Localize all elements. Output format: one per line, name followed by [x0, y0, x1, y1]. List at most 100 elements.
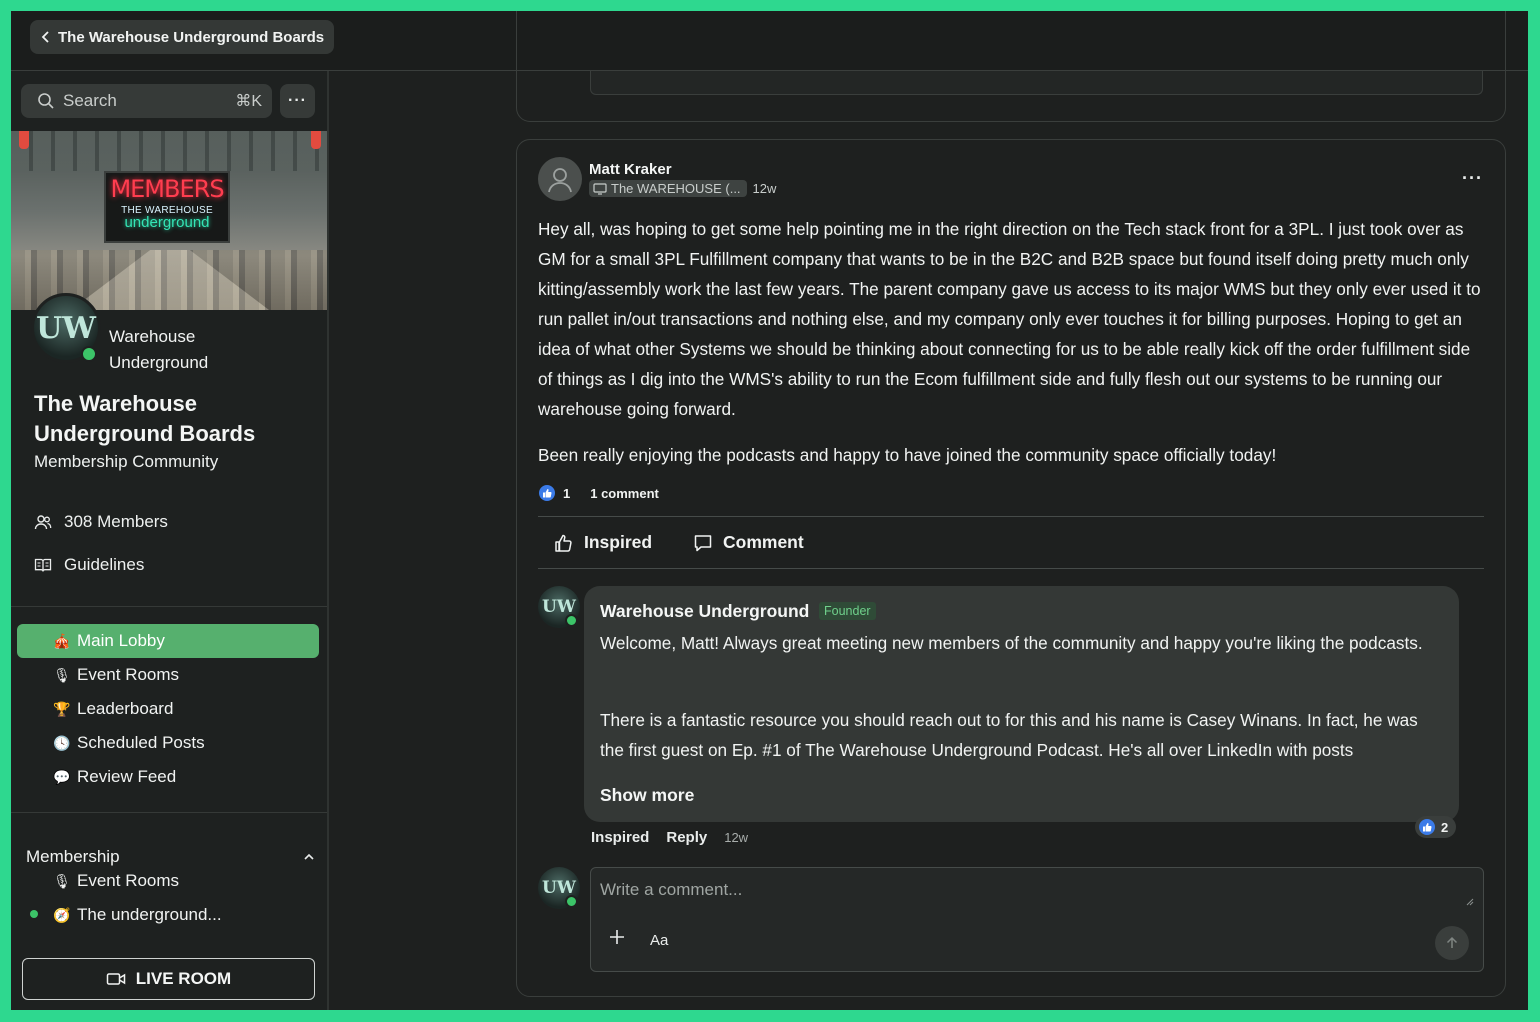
community-name-line1: Warehouse — [109, 327, 196, 346]
post-card: Matt Kraker The WAREHOUSE (... 12w ··· H… — [516, 139, 1506, 997]
online-status-dot — [565, 614, 578, 627]
search-icon — [38, 93, 54, 109]
sidebar-item-scheduled-posts[interactable]: 🕓 Scheduled Posts — [17, 726, 319, 760]
sidebar-item-leaderboard[interactable]: 🏆 Leaderboard — [17, 692, 319, 726]
trophy-icon: 🏆 — [53, 700, 71, 717]
board-title: The Warehouse Underground Boards — [34, 389, 255, 449]
thumbs-up-icon — [555, 534, 572, 552]
comment-reactions[interactable]: 2 — [1415, 816, 1457, 838]
board-subtitle: Membership Community — [34, 452, 219, 471]
sign-members-text: MEMBERS — [110, 175, 224, 203]
comment-actions: Inspired Reply 12w — [591, 829, 748, 846]
comment-bubble: Warehouse Underground Founder Welcome, M… — [584, 586, 1459, 822]
post-body-paragraph: Been really enjoying the podcasts and ha… — [538, 445, 1277, 465]
sidebar-item-membership-event-rooms[interactable]: 🎙 Event Rooms — [17, 864, 319, 898]
search-input[interactable]: Search ⌘K — [21, 84, 272, 118]
post-options-button[interactable]: ··· — [1462, 168, 1483, 189]
chevron-up-icon[interactable] — [302, 850, 316, 864]
thumbs-up-badge-icon — [539, 485, 555, 501]
inspired-label: Inspired — [584, 532, 653, 552]
previous-post-card — [516, 11, 1506, 122]
search-placeholder: Search — [63, 91, 117, 110]
user-placeholder-icon — [548, 168, 572, 193]
post-divider — [538, 568, 1484, 569]
sidebar-item-review-feed[interactable]: 💬 Review Feed — [17, 760, 319, 794]
live-room-button[interactable]: LIVE ROOM — [22, 958, 315, 1000]
guidelines-link[interactable]: Guidelines — [34, 555, 144, 575]
sidebar-divider — [11, 606, 327, 607]
members-label: 308 Members — [64, 512, 168, 531]
chevron-left-icon — [41, 31, 49, 43]
board-title-line1: The Warehouse — [34, 391, 197, 416]
space-chip-label: The WAREHOUSE (... — [611, 181, 741, 196]
comment-composer[interactable]: Write a comment... Aa — [590, 867, 1484, 972]
members-icon — [34, 515, 52, 530]
microphone-icon: 🎙 — [53, 666, 71, 683]
comment-time: 12w — [724, 830, 749, 845]
show-more-button[interactable]: Show more — [600, 785, 694, 806]
speech-bubble-icon: 💬 — [53, 768, 71, 785]
text-format-button[interactable]: Aa — [650, 932, 668, 949]
microphone-icon: 🎙 — [53, 872, 71, 889]
sidebar-item-label: Event Rooms — [77, 871, 180, 890]
comment-reply-button[interactable]: Reply — [666, 829, 707, 846]
comment-author[interactable]: Warehouse Underground — [600, 601, 809, 622]
space-chip[interactable]: The WAREHOUSE (... — [589, 180, 747, 197]
app-window: The Warehouse Underground Boards Search … — [11, 11, 1528, 1010]
book-icon — [34, 558, 52, 572]
sidebar-item-event-rooms[interactable]: 🎙 Event Rooms — [17, 658, 319, 692]
sidebar-divider — [11, 812, 327, 813]
sidebar-item-label: Main Lobby — [77, 631, 165, 650]
post-time: 12w — [752, 181, 777, 196]
circus-tent-icon: 🎪 — [53, 632, 71, 649]
sidebar-item-label: Leaderboard — [77, 699, 174, 718]
comment-label: Comment — [723, 532, 804, 552]
author-avatar[interactable] — [538, 157, 582, 201]
plus-icon[interactable] — [608, 928, 626, 946]
community-name-line2: Underground — [109, 353, 209, 372]
sidebar-item-label: Event Rooms — [77, 665, 180, 684]
sign-underground-text: underground — [124, 214, 210, 231]
post-author[interactable]: Matt Kraker — [589, 161, 672, 178]
arrow-up-icon — [1446, 936, 1458, 948]
sidebar-item-label: The underground... — [77, 905, 222, 924]
community-avatar-logo: UW — [36, 310, 96, 346]
sidebar-item-main-lobby[interactable]: 🎪 Main Lobby — [17, 624, 319, 658]
thumbs-up-badge-icon — [1419, 819, 1435, 835]
post-comment-count[interactable]: 1 comment — [590, 486, 659, 501]
clock-icon: 🕓 — [53, 734, 71, 751]
compass-icon: 🧭 — [53, 906, 71, 923]
members-sign: MEMBERS THE WAREHOUSE underground — [104, 171, 230, 243]
back-button[interactable]: The Warehouse Underground Boards — [30, 20, 335, 54]
sidebar-item-label: Review Feed — [77, 767, 177, 786]
online-status-dot — [565, 895, 578, 908]
online-status-dot — [81, 346, 97, 362]
community-name[interactable]: Warehouse Underground — [109, 324, 208, 376]
sidebar-item-the-underground[interactable]: 🧭 The underground... — [17, 898, 319, 932]
comment-input[interactable]: Write a comment... — [600, 880, 742, 900]
search-shortcut: ⌘K — [235, 93, 262, 110]
post-reactions: 1 1 comment — [539, 485, 659, 501]
comment-button[interactable]: Comment — [693, 532, 804, 553]
inspired-button[interactable]: Inspired — [554, 532, 652, 553]
live-room-label: LIVE ROOM — [135, 969, 232, 988]
video-camera-icon — [106, 973, 126, 985]
post-like-count[interactable]: 1 — [563, 486, 570, 501]
post-body-paragraph: Hey all, was hoping to get some help poi… — [538, 219, 1481, 419]
guidelines-label: Guidelines — [64, 555, 145, 574]
comment-icon — [694, 534, 712, 551]
sidebar: Search ⌘K ··· MEMBERS THE WAREHOUSE unde… — [11, 71, 329, 1010]
comment-inspired-button[interactable]: Inspired — [591, 829, 649, 846]
members-link[interactable]: 308 Members — [34, 512, 168, 532]
resize-handle-icon[interactable] — [1464, 896, 1474, 906]
sidebar-item-label: Scheduled Posts — [77, 733, 205, 752]
community-banner: MEMBERS THE WAREHOUSE underground — [11, 131, 327, 310]
comment-text: Welcome, Matt! Always great meeting new … — [600, 633, 1423, 653]
board-title-line2: Underground Boards — [34, 421, 256, 446]
comment-text: There is a fantastic resource you should… — [600, 710, 1418, 760]
send-button[interactable] — [1435, 926, 1469, 960]
monitor-icon — [593, 182, 607, 195]
previous-comment-box — [590, 71, 1483, 95]
sidebar-more-button[interactable]: ··· — [280, 84, 315, 118]
back-button-label: The Warehouse Underground Boards — [58, 28, 325, 46]
